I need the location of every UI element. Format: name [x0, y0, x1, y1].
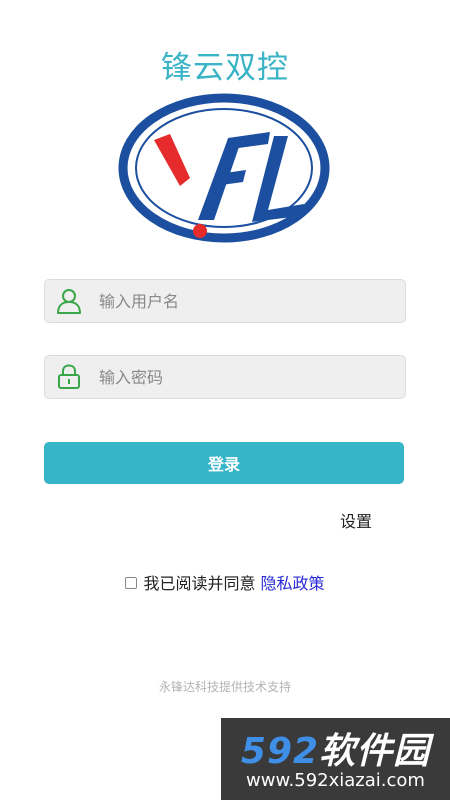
watermark-name: 软件园: [319, 731, 431, 772]
lock-icon: [58, 364, 80, 389]
user-icon: [57, 289, 81, 314]
watermark: 592软件园 www.592xiazai.com: [221, 718, 450, 800]
watermark-logo: 592软件园: [221, 722, 450, 774]
app-title: 锋云双控: [161, 50, 289, 86]
privacy-policy-link[interactable]: 隐私政策: [261, 574, 325, 593]
agreement-row: 我已阅读并同意 隐私政策: [0, 570, 450, 594]
footer-support-text: 永锋达科技提供技术支持: [158, 680, 291, 694]
password-field[interactable]: [44, 355, 406, 399]
agreement-text: 我已阅读并同意: [143, 574, 256, 593]
yfl-logo-icon: [118, 93, 330, 243]
settings-link[interactable]: 设置: [340, 508, 372, 532]
agree-checkbox[interactable]: [125, 576, 138, 589]
watermark-number: 592: [240, 731, 320, 772]
password-input[interactable]: [99, 356, 399, 398]
watermark-url: www.592xiazai.com: [246, 770, 425, 791]
username-input[interactable]: [99, 280, 399, 322]
login-button[interactable]: 登录: [44, 442, 404, 484]
username-field[interactable]: [44, 279, 406, 323]
